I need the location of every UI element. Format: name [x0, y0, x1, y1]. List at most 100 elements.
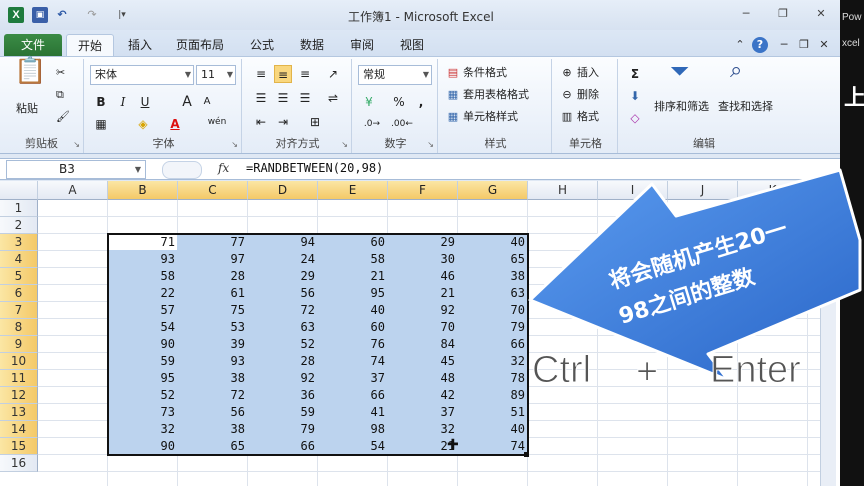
cell[interactable]: 40 [458, 234, 528, 251]
row-header-6[interactable]: 6 [0, 285, 38, 302]
cell[interactable]: 53 [178, 319, 248, 336]
format-table-button[interactable]: ▦ 套用表格格式 [446, 87, 529, 103]
decrease-decimal-icon[interactable]: .00← [390, 115, 414, 133]
cell[interactable]: 56 [178, 404, 248, 421]
paste-button[interactable]: 粘贴 [16, 101, 38, 117]
cell[interactable]: 73 [108, 404, 178, 421]
border-icon[interactable]: ▦ [92, 115, 110, 133]
tab-formulas[interactable]: 公式 [244, 34, 280, 56]
cell[interactable]: 57 [108, 302, 178, 319]
cell[interactable]: 38 [458, 268, 528, 285]
cell[interactable]: 58 [318, 251, 388, 268]
undo-icon[interactable]: ↶ [54, 7, 70, 23]
increase-decimal-icon[interactable]: .0→ [360, 115, 384, 133]
help-icon[interactable]: ? [752, 37, 768, 53]
row-header-14[interactable]: 14 [0, 421, 38, 438]
underline-button[interactable]: U [136, 93, 154, 111]
close-icon[interactable]: ✕ [810, 6, 832, 22]
paste-icon[interactable]: 📋 [14, 58, 46, 84]
column-header-h[interactable]: H [528, 181, 598, 200]
find-select-button[interactable]: 查找和选择 [718, 99, 773, 115]
cell[interactable]: 38 [178, 421, 248, 438]
orientation-icon[interactable]: ↗ [324, 65, 342, 83]
italic-button[interactable]: I [114, 93, 132, 111]
cell[interactable]: 46 [388, 268, 458, 285]
cell[interactable]: 97 [178, 251, 248, 268]
cell[interactable]: 70 [388, 319, 458, 336]
row-header-2[interactable]: 2 [0, 217, 38, 234]
launcher-icon[interactable]: ↘ [341, 140, 348, 149]
row-header-1[interactable]: 1 [0, 200, 38, 217]
column-header-j[interactable]: J [668, 181, 738, 200]
column-header-k[interactable]: K [738, 181, 808, 200]
cell[interactable]: 92 [248, 370, 318, 387]
row-header-9[interactable]: 9 [0, 336, 38, 353]
copy-icon[interactable]: ⧉ [56, 87, 64, 103]
cell[interactable]: 59 [108, 353, 178, 370]
cell[interactable]: 32 [388, 421, 458, 438]
column-header-b[interactable]: B [108, 181, 178, 200]
cell[interactable]: 41 [318, 404, 388, 421]
row-header-10[interactable]: 10 [0, 353, 38, 370]
cell[interactable]: 79 [458, 319, 528, 336]
cell[interactable]: 59 [248, 404, 318, 421]
row-header-12[interactable]: 12 [0, 387, 38, 404]
font-size-combo[interactable]: 11 ▼ [196, 65, 236, 85]
align-middle-icon[interactable]: ≡ [274, 65, 292, 83]
column-header-f[interactable]: F [388, 181, 458, 200]
cell[interactable]: 32 [458, 353, 528, 370]
cell[interactable]: 29 [388, 234, 458, 251]
cell[interactable]: 66 [458, 336, 528, 353]
sort-filter-button[interactable]: 排序和筛选 [654, 99, 709, 115]
cell[interactable]: 79 [248, 421, 318, 438]
cell[interactable]: 37 [318, 370, 388, 387]
row-header-5[interactable]: 5 [0, 268, 38, 285]
tab-file[interactable]: 文件 [4, 34, 62, 56]
cell[interactable]: 54 [108, 319, 178, 336]
row-header-4[interactable]: 4 [0, 251, 38, 268]
shrink-font-button[interactable]: A [198, 93, 216, 111]
select-all-corner[interactable] [0, 181, 38, 200]
cell[interactable]: 90 [108, 438, 178, 455]
cell[interactable]: 74 [458, 438, 528, 455]
cell[interactable]: 60 [318, 234, 388, 251]
cell[interactable]: 40 [458, 421, 528, 438]
cell[interactable]: 92 [388, 302, 458, 319]
cell[interactable]: 72 [178, 387, 248, 404]
delete-cells-button[interactable]: ⊖ 删除 [560, 87, 599, 103]
cell[interactable]: 94 [248, 234, 318, 251]
bold-button[interactable]: B [92, 93, 110, 111]
column-header-c[interactable]: C [178, 181, 248, 200]
formula-cancel-enter-area[interactable] [162, 161, 202, 179]
cell[interactable]: 28 [178, 268, 248, 285]
doc-minimize-icon[interactable]: ─ [776, 37, 792, 53]
row-header-15[interactable]: 15 [0, 438, 38, 455]
cell[interactable]: 60 [318, 319, 388, 336]
comma-button[interactable]: , [412, 93, 430, 111]
find-select-icon[interactable]: ⌕ [730, 60, 742, 82]
insert-function-button[interactable]: fx [218, 161, 229, 175]
name-box[interactable]: B3 ▼ [6, 160, 146, 179]
row-header-8[interactable]: 8 [0, 319, 38, 336]
cell[interactable]: 95 [108, 370, 178, 387]
cell[interactable]: 72 [248, 302, 318, 319]
cell[interactable]: 42 [388, 387, 458, 404]
format-painter-icon[interactable]: 🖌 [56, 109, 70, 125]
cell[interactable]: 58 [108, 268, 178, 285]
column-header-i[interactable]: I [598, 181, 668, 200]
doc-close-icon[interactable]: ✕ [816, 37, 832, 53]
tab-insert[interactable]: 插入 [122, 34, 158, 56]
currency-icon[interactable]: ¥ [360, 93, 378, 111]
column-header-a[interactable]: A [38, 181, 108, 200]
cell[interactable]: 28 [248, 353, 318, 370]
wrap-text-icon[interactable]: ⇌ [324, 89, 342, 107]
cell[interactable]: 56 [248, 285, 318, 302]
column-header-e[interactable]: E [318, 181, 388, 200]
cell[interactable]: 54 [318, 438, 388, 455]
sort-filter-icon[interactable]: ⏷ [670, 59, 689, 83]
cell-styles-button[interactable]: ▦ 单元格样式 [446, 109, 518, 125]
excel-logo-icon[interactable]: X [8, 7, 24, 23]
launcher-icon[interactable]: ↘ [427, 140, 434, 149]
cell[interactable]: 93 [178, 353, 248, 370]
cell[interactable]: 71 [108, 234, 178, 251]
